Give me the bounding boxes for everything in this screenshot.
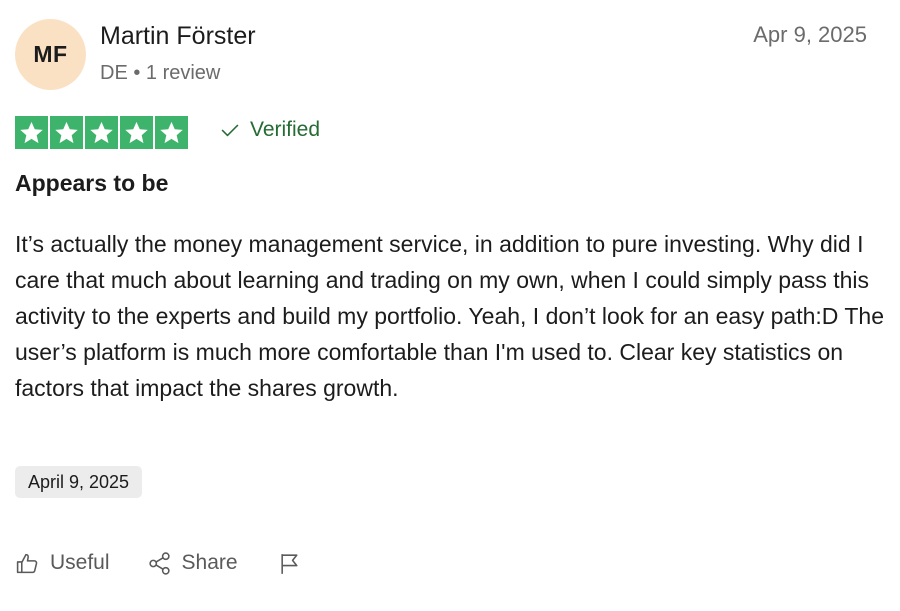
checkmark-icon [221, 124, 239, 137]
verified-label: Verified [250, 118, 321, 141]
star-rating [15, 116, 188, 149]
review-actions: Useful Share [15, 545, 303, 581]
report-button[interactable] [278, 551, 303, 576]
star-icon [85, 116, 118, 149]
avatar[interactable]: MF [15, 19, 86, 90]
reviewer-name[interactable]: Martin Förster [100, 22, 256, 51]
share-icon [148, 551, 170, 575]
share-label: Share [181, 551, 238, 574]
star-icon [15, 116, 48, 149]
star-icon [155, 116, 188, 149]
star-icon [50, 116, 83, 149]
flag-icon [280, 553, 298, 574]
share-button[interactable]: Share [147, 551, 238, 576]
review-title[interactable]: Appears to be [15, 170, 168, 197]
experience-date-badge: April 9, 2025 [15, 466, 143, 498]
review-card: MF Martin Förster DE • 1 review Apr 9, 2… [0, 0, 900, 611]
avatar-initials: MF [33, 41, 68, 67]
useful-label: Useful [50, 551, 110, 574]
useful-button[interactable]: Useful [15, 551, 110, 576]
verified-badge[interactable]: Verified [220, 118, 320, 142]
review-date: Apr 9, 2025 [753, 22, 867, 47]
reviewer-meta: DE • 1 review [100, 62, 221, 84]
thumbs-up-icon [16, 553, 38, 573]
star-icon [120, 116, 153, 149]
review-body: It’s actually the money management servi… [15, 231, 884, 401]
